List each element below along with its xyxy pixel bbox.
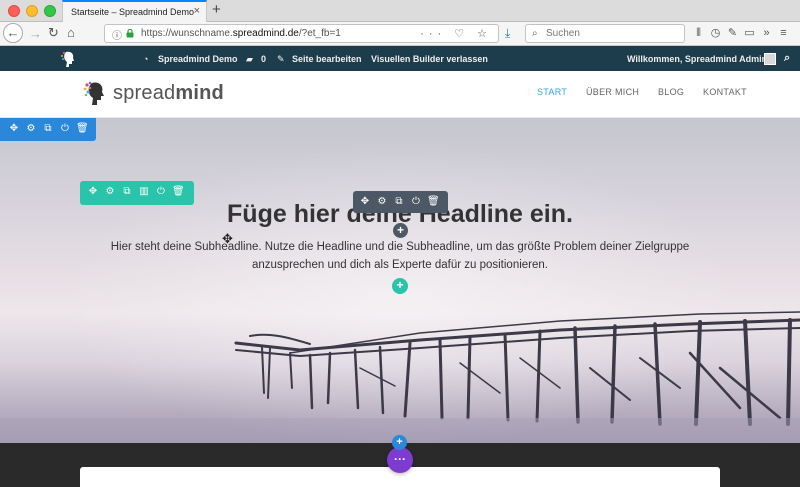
trash-icon[interactable]: 🗑 <box>172 186 185 198</box>
site-name-link[interactable]: Spreadmind Demo <box>158 54 238 64</box>
new-tab-button[interactable]: + <box>212 1 221 18</box>
duplicate-icon[interactable]: ⧉ <box>121 186 133 198</box>
forward-arrow-icon[interactable]: → <box>29 26 42 41</box>
power-icon[interactable]: ⏻ <box>410 196 422 208</box>
avatar[interactable] <box>764 53 776 65</box>
brand-wordmark[interactable]: spreadmind <box>113 82 224 105</box>
add-row-button[interactable]: + <box>392 278 408 294</box>
maximize-window-button[interactable] <box>44 5 56 17</box>
search-icon[interactable]: ⌕ <box>784 52 790 65</box>
trash-icon[interactable]: 🗑 <box>427 196 440 208</box>
duplicate-icon[interactable]: ⧉ <box>42 123 54 135</box>
add-module-button[interactable]: + <box>393 223 408 238</box>
overflow-icon[interactable]: » <box>758 27 775 39</box>
add-section-button[interactable]: + <box>392 435 407 450</box>
library-icon[interactable]: ⫴ <box>690 27 707 40</box>
move-cursor-icon: ✥ <box>222 231 233 246</box>
site-header: spreadmind START ÜBER MICH BLOG KONTAKT <box>0 71 800 118</box>
section-toolbar: ✥ ⚙ ⧉ ⏻ 🗑 <box>0 118 96 141</box>
wp-admin-bar: ◔ Spreadmind Demo ▰ 0 ✎ Seite bearbeiten… <box>0 46 800 71</box>
exit-builder-link[interactable]: Visuellen Builder verlassen <box>371 54 488 64</box>
nav-item-start[interactable]: START <box>537 87 567 97</box>
brand-logo-icon[interactable] <box>83 80 109 106</box>
gear-icon[interactable]: ⚙ <box>376 196 388 208</box>
move-icon[interactable]: ✥ <box>87 186 99 198</box>
gear-icon[interactable]: ⚙ <box>25 123 37 135</box>
back-arrow-icon[interactable]: ← <box>3 23 23 43</box>
edit-page-link[interactable]: Seite bearbeiten <box>292 54 362 64</box>
nav-item-kontakt[interactable]: KONTAKT <box>703 87 747 97</box>
page-settings-button[interactable]: ··· <box>387 447 413 473</box>
menu-icon[interactable]: ≡ <box>775 27 792 39</box>
home-icon[interactable]: ⌂ <box>67 25 75 40</box>
row-toolbar: ✥ ⚙ ⧉ ▥ ⏻ 🗑 <box>80 181 194 205</box>
gear-icon[interactable]: ⚙ <box>104 186 116 198</box>
edit-pencil-icon: ✎ <box>277 54 285 64</box>
search-icon: ⌕ <box>532 28 538 39</box>
tab-title: Startseite – Spreadmind Demo <box>71 7 195 17</box>
url-text: https://wunschname.spreadmind.de/?et_fb=… <box>141 28 341 39</box>
browser-tab-bar: Startseite – Spreadmind Demo × + <box>0 0 800 22</box>
trash-icon[interactable]: 🗑 <box>76 123 89 135</box>
columns-icon[interactable]: ▥ <box>138 186 150 198</box>
user-greeting[interactable]: Willkommen, Spreadmind Admin <box>627 54 767 64</box>
search-input[interactable]: ⌕ Suchen <box>525 24 685 43</box>
module-toolbar: ✥ ⚙ ⧉ ⏻ 🗑 <box>353 191 448 213</box>
comments-count[interactable]: 0 <box>261 54 266 64</box>
browser-tab-active[interactable]: Startseite – Spreadmind Demo × <box>62 0 207 22</box>
hero-subheadline[interactable]: Hier steht deine Subheadline. Nutze die … <box>80 238 720 274</box>
history-icon[interactable]: ◷ <box>707 26 724 39</box>
sidebar-icon[interactable]: ▭ <box>741 26 758 39</box>
main-nav: START ÜBER MICH BLOG KONTAKT <box>537 87 763 97</box>
url-actions-icons[interactable]: ··· ♡ ☆ <box>420 27 492 40</box>
lock-icon <box>126 29 134 38</box>
minimize-window-button[interactable] <box>26 5 38 17</box>
duplicate-icon[interactable]: ⧉ <box>393 196 405 208</box>
nav-item-ueber-mich[interactable]: ÜBER MICH <box>586 87 639 97</box>
dashboard-icon: ◔ <box>143 54 149 64</box>
close-window-button[interactable] <box>8 5 20 17</box>
move-icon[interactable]: ✥ <box>8 123 20 135</box>
spreadmind-logo-icon[interactable] <box>60 50 78 68</box>
pen-icon[interactable]: ✎ <box>724 26 741 39</box>
power-icon[interactable]: ⏻ <box>59 123 71 135</box>
power-icon[interactable]: ⏻ <box>155 186 167 198</box>
tab-close-icon[interactable]: × <box>194 5 200 17</box>
download-icon[interactable]: ⤓ <box>505 26 510 41</box>
move-icon[interactable]: ✥ <box>359 196 371 208</box>
search-placeholder: Suchen <box>546 28 580 39</box>
reload-icon[interactable]: ↻ <box>48 25 59 41</box>
browser-nav-bar: ← → ↻ ⌂ ⓘ https://wunschname.spreadmind.… <box>0 22 800 46</box>
browser-toolbar-icons: ⫴ ◷ ✎ ▭» ≡ <box>690 26 792 40</box>
comment-icon[interactable]: ▰ <box>246 54 253 65</box>
url-bar[interactable]: ⓘ https://wunschname.spreadmind.de/?et_f… <box>104 24 499 43</box>
nav-item-blog[interactable]: BLOG <box>658 87 684 97</box>
info-icon[interactable]: ⓘ <box>112 27 122 42</box>
